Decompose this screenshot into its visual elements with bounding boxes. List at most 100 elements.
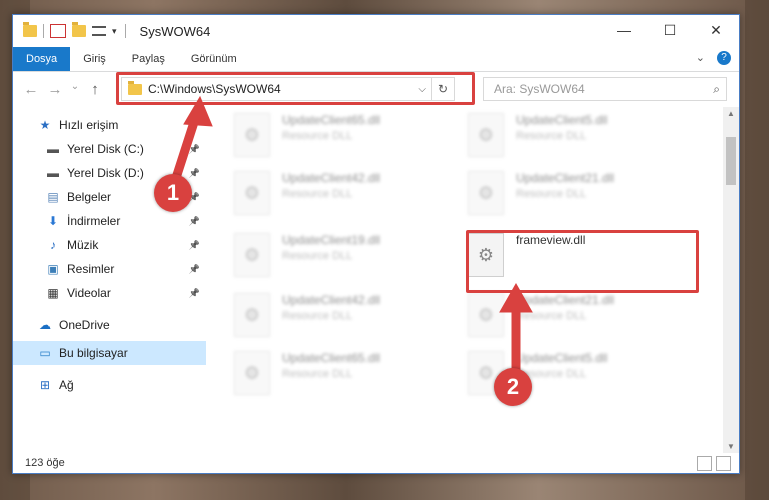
sidebar-item-label: Belgeler	[67, 190, 112, 204]
title-separator	[124, 24, 126, 38]
file-name: UpdateClient5.dll	[516, 113, 608, 127]
view-toggle	[697, 456, 731, 471]
pin-icon[interactable]: 📌	[189, 144, 200, 155]
sidebar-item-label: İndirmeler	[67, 214, 121, 228]
tab-file[interactable]: Dosya	[13, 47, 71, 71]
file-name: UpdateClient65.dll	[282, 351, 381, 365]
maximize-button[interactable]: ☐	[647, 15, 693, 45]
file-name: UpdateClient5.dll	[516, 351, 608, 365]
navigation-pane: ★ Hızlı erişim ▬ Yerel Disk (C:) 📌 ▬ Yerel Dis…	[13, 107, 206, 453]
computer-icon: ▭	[39, 346, 51, 360]
sidebar-item-label: Bu bilgisayar	[59, 346, 128, 360]
pin-icon[interactable]: 📌	[189, 216, 200, 227]
sidebar-item[interactable]: ▦ Videolar 📌	[13, 281, 206, 305]
file-name: UpdateClient21.dll	[516, 293, 615, 307]
window-controls: — ☐ ✕	[601, 15, 739, 45]
sidebar-item[interactable]: ☁ OneDrive	[13, 313, 206, 337]
search-placeholder[interactable]: Ara: SysWOW64	[494, 82, 585, 96]
pin-icon[interactable]: 📌	[189, 264, 200, 275]
ribbon-tabs: Dosya Giriş Paylaş Görünüm ⌄ ?	[13, 47, 739, 72]
item-count: 123 öğe	[25, 457, 65, 469]
star-icon: ★	[39, 118, 51, 132]
drive-icon: ▬	[47, 166, 59, 180]
scroll-up-icon[interactable]: ▲	[723, 109, 739, 118]
scrollbar-thumb[interactable]	[726, 137, 736, 185]
address-highlight-box	[116, 72, 475, 105]
forward-button[interactable]: →	[45, 81, 65, 98]
file-type: Resource DLL	[282, 130, 353, 142]
file-name: UpdateClient21.dll	[516, 171, 615, 185]
new-folder-icon[interactable]	[72, 22, 86, 37]
scroll-down-icon[interactable]: ▼	[723, 442, 739, 451]
video-icon: ▦	[47, 286, 59, 300]
file-item[interactable]: ⚙ UpdateClient65.dll Resource DLL	[234, 351, 444, 403]
dll-file-icon: ⚙	[468, 171, 504, 215]
pin-icon[interactable]: 📌	[189, 288, 200, 299]
ribbon-right-controls: ⌄ ?	[696, 51, 731, 65]
title-bar: ▾ SysWOW64 — ☐ ✕	[13, 15, 739, 47]
details-view-icon[interactable]	[697, 456, 712, 471]
cloud-icon: ☁	[39, 318, 51, 332]
sidebar-item-label: Resimler	[67, 262, 115, 276]
sidebar-item[interactable]: ▬ Yerel Disk (C:) 📌	[13, 137, 206, 161]
sidebar-item[interactable]: ⬇ İndirmeler 📌	[13, 209, 206, 233]
tab-home[interactable]: Giriş	[70, 47, 119, 71]
tab-share[interactable]: Paylaş	[119, 47, 178, 71]
sidebar-item[interactable]: ▣ Resimler 📌	[13, 257, 206, 281]
sidebar-item-label: Müzik	[67, 238, 99, 252]
file-item[interactable]: ⚙ UpdateClient21.dll Resource DLL	[468, 293, 678, 345]
pin-icon[interactable]: 📌	[189, 240, 200, 251]
large-icons-view-icon[interactable]	[716, 456, 731, 471]
file-type: Resource DLL	[282, 310, 353, 322]
file-item[interactable]: ⚙ UpdateClient65.dll Resource DLL	[234, 113, 444, 165]
customize-quick-access-icon[interactable]: ▾	[112, 26, 117, 37]
pin-icon[interactable]: 📌	[189, 168, 200, 179]
vertical-scrollbar[interactable]: ▲ ▼	[723, 107, 739, 453]
sidebar-item[interactable]: ♪ Müzik 📌	[13, 233, 206, 257]
sidebar-item-label: Yerel Disk (C:)	[67, 142, 144, 156]
network-icon: ⊞	[39, 378, 51, 392]
file-item[interactable]: ⚙ UpdateClient19.dll Resource DLL	[234, 233, 444, 285]
file-name: UpdateClient42.dll	[282, 293, 381, 307]
file-text: UpdateClient21.dll Resource DLL	[516, 171, 614, 223]
help-icon[interactable]: ?	[717, 51, 731, 65]
file-type: Resource DLL	[516, 188, 587, 200]
file-text: UpdateClient65.dll Resource DLL	[282, 113, 380, 165]
properties-icon[interactable]	[50, 24, 66, 38]
file-name: UpdateClient65.dll	[282, 113, 381, 127]
sidebar-item[interactable]: ▭ Bu bilgisayar	[13, 341, 206, 365]
sidebar-item[interactable]: ★ Hızlı erişim	[13, 113, 206, 137]
music-icon: ♪	[50, 238, 56, 252]
file-text: UpdateClient42.dll Resource DLL	[282, 171, 380, 223]
view-options-icon[interactable]	[92, 26, 106, 36]
folder-icon	[23, 22, 37, 37]
recent-locations-button[interactable]: ⌄	[69, 81, 81, 98]
step-2-badge: 2	[494, 368, 532, 406]
file-item[interactable]: ⚙ UpdateClient42.dll Resource DLL	[234, 171, 444, 223]
tab-view[interactable]: Görünüm	[178, 47, 250, 71]
file-highlight-box	[466, 230, 699, 293]
minimize-button[interactable]: —	[601, 15, 647, 45]
search-box[interactable]: Ara: SysWOW64 ⌕	[483, 77, 727, 101]
sidebar-item-label: Videolar	[67, 286, 111, 300]
download-icon: ⬇	[47, 214, 59, 228]
file-type: Resource DLL	[282, 188, 353, 200]
file-item[interactable]: ⚙ UpdateClient21.dll Resource DLL	[468, 171, 678, 223]
back-button[interactable]: ←	[21, 81, 41, 98]
close-button[interactable]: ✕	[693, 15, 739, 45]
sidebar-item[interactable]: ⊞ Ağ	[13, 373, 206, 397]
file-text: UpdateClient65.dll Resource DLL	[282, 351, 380, 403]
file-type: Resource DLL	[516, 130, 587, 142]
sidebar-item-label: Ağ	[59, 378, 74, 392]
navigation-buttons: ← → ⌄ ↑	[13, 81, 105, 98]
chevron-down-icon[interactable]: ⌄	[696, 51, 705, 65]
file-text: UpdateClient21.dll Resource DLL	[516, 293, 614, 345]
documents-icon: ▤	[47, 190, 59, 204]
status-bar: 123 öğe	[13, 453, 739, 473]
file-name: UpdateClient42.dll	[282, 171, 381, 185]
dll-file-icon: ⚙	[234, 351, 270, 395]
up-button[interactable]: ↑	[85, 81, 105, 98]
sidebar-item-label: Yerel Disk (D:)	[67, 166, 144, 180]
file-item[interactable]: ⚙ UpdateClient42.dll Resource DLL	[234, 293, 444, 345]
file-item[interactable]: ⚙ UpdateClient5.dll Resource DLL	[468, 113, 678, 165]
